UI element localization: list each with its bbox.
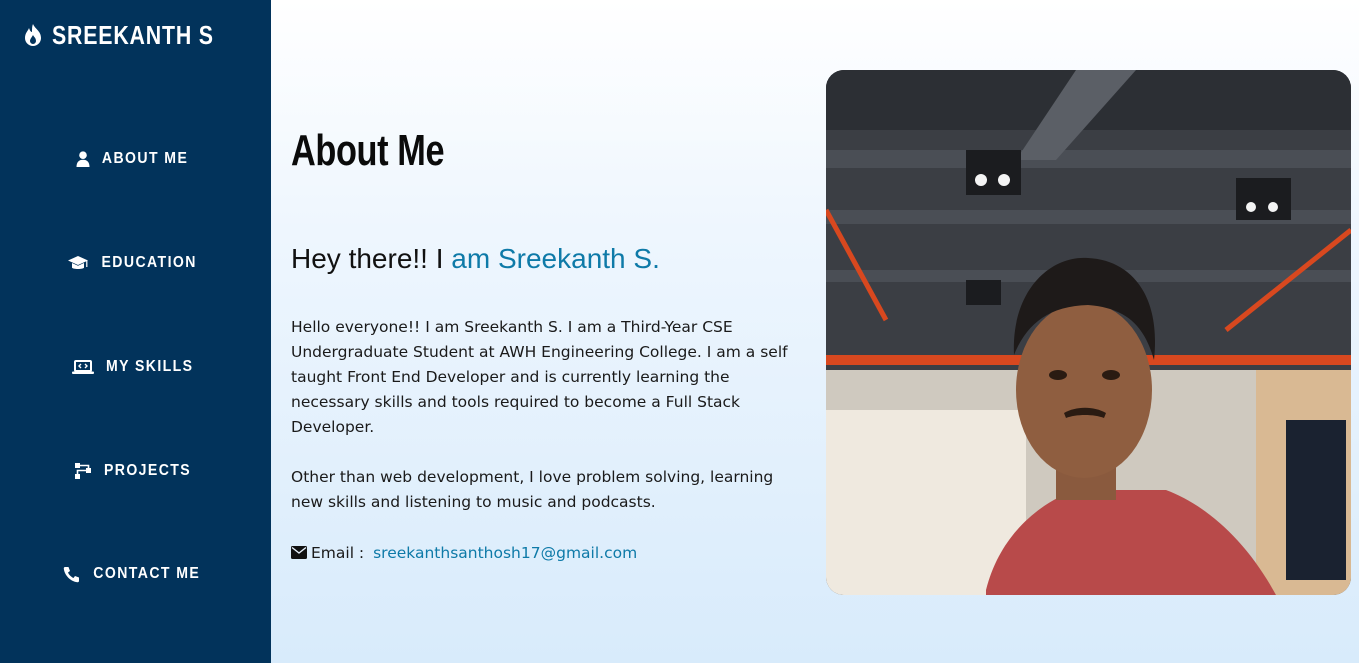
main-content: About Me Hey there!! I am Sreekanth S. H… — [271, 0, 1359, 663]
email-link[interactable]: sreekanthsanthosh17@gmail.com — [373, 544, 637, 562]
sidebar: SREEKANTH S ABOUT ME EDUCATION MY SKILLS… — [0, 0, 271, 663]
page-title: About Me — [291, 126, 445, 175]
nav-item-projects[interactable]: PROJECTS — [0, 456, 271, 486]
project-diagram-icon — [74, 462, 92, 480]
user-icon — [76, 151, 90, 167]
email-label: Email : — [311, 543, 370, 562]
nav-item-education[interactable]: EDUCATION — [0, 248, 271, 278]
laptop-code-icon — [71, 359, 94, 375]
graduation-cap-icon — [67, 255, 89, 271]
greeting-heading: Hey there!! I am Sreekanth S. — [291, 243, 660, 275]
flame-icon — [22, 23, 44, 47]
nav-label-education: EDUCATION — [101, 254, 198, 271]
nav-label-my-skills: MY SKILLS — [105, 358, 194, 375]
phone-icon — [63, 566, 80, 583]
greeting-highlight: am Sreekanth S. — [451, 243, 660, 274]
intro-paragraph: Hello everyone!! I am Sreekanth S. I am … — [291, 318, 788, 436]
email-row: Email : sreekanthsanthosh17@gmail.com — [291, 540, 637, 565]
greeting-prefix: Hey there!! I — [291, 243, 452, 274]
nav-label-projects: PROJECTS — [103, 462, 192, 479]
nav-item-contact-me[interactable]: CONTACT ME — [0, 559, 271, 589]
nav-item-my-skills[interactable]: MY SKILLS — [0, 352, 271, 382]
brand-name: SREEKANTH S — [51, 19, 214, 50]
profile-photo — [826, 70, 1351, 595]
nav-item-about-me[interactable]: ABOUT ME — [0, 144, 271, 174]
hobbies-paragraph: Other than web development, I love probl… — [291, 468, 774, 511]
nav-label-about-me: ABOUT ME — [102, 150, 189, 167]
nav-label-contact-me: CONTACT ME — [93, 565, 201, 582]
profile-photo-illustration — [826, 70, 1351, 595]
brand[interactable]: SREEKANTH S — [0, 18, 271, 52]
envelope-icon — [291, 546, 307, 559]
